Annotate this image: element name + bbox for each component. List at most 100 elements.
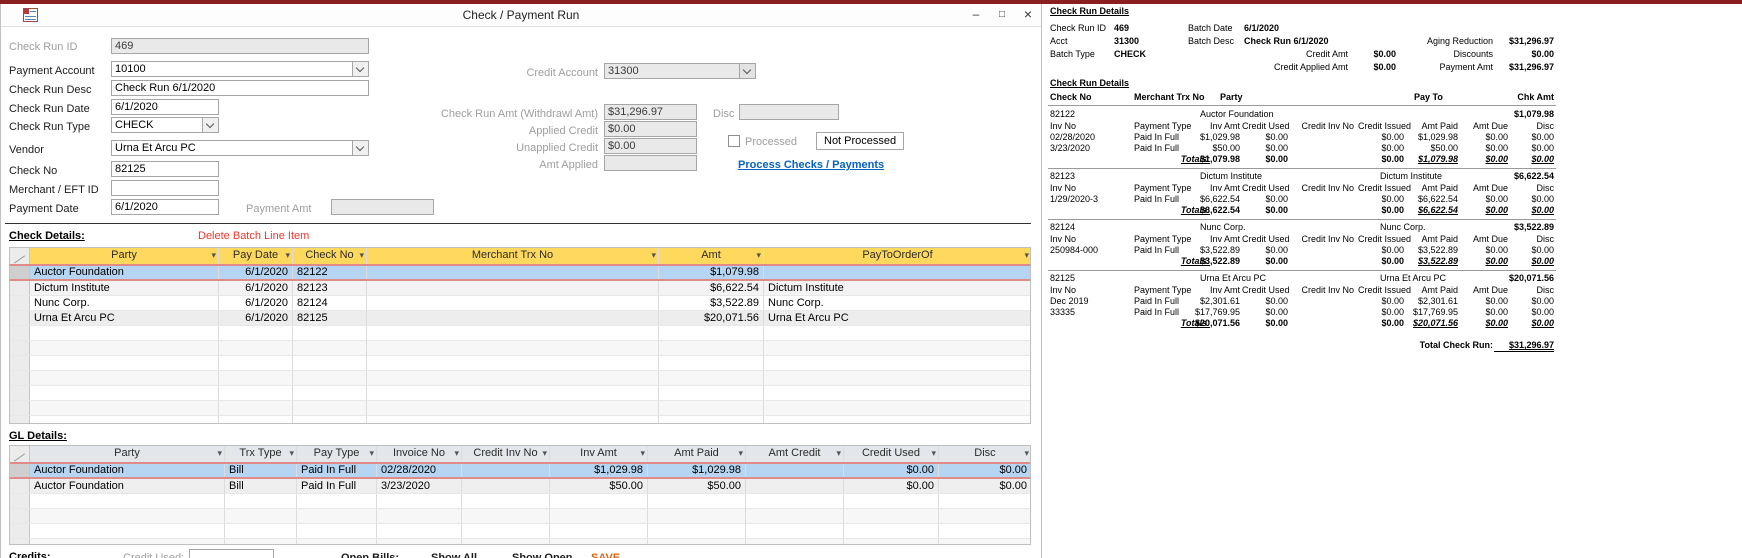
cell[interactable]: Nunc Corp. [764, 296, 1031, 310]
cell[interactable]: $1,029.98 [648, 464, 746, 477]
row-selector[interactable] [10, 479, 30, 493]
cell[interactable]: $0.00 [939, 464, 1031, 477]
cell[interactable]: $1,029.98 [550, 464, 648, 477]
cell[interactable]: 82123 [293, 281, 367, 295]
check-run-date-field[interactable]: 6/1/2020 [111, 99, 219, 115]
cell[interactable]: Auctor Foundation [30, 479, 225, 493]
column-header-pay-date[interactable]: Pay Date▾ [219, 248, 293, 264]
cell[interactable]: Bill [225, 479, 297, 493]
cell[interactable]: $6,622.54 [659, 281, 764, 295]
close-button[interactable]: × [1019, 6, 1037, 23]
vendor-combo[interactable]: Urna Et Arcu PC [111, 140, 369, 156]
table-row[interactable]: Auctor FoundationBillPaid In Full02/28/2… [10, 462, 1030, 479]
cell[interactable]: Auctor Foundation [30, 266, 219, 279]
column-header-merchant-trx-no[interactable]: Merchant Trx No▾ [367, 248, 659, 264]
row-selector[interactable] [10, 464, 30, 477]
cell[interactable]: $50.00 [550, 479, 648, 493]
cell[interactable] [462, 464, 550, 477]
check-run-type-combo[interactable]: CHECK [111, 117, 219, 133]
cell[interactable]: $0.00 [844, 464, 939, 477]
cell[interactable] [367, 281, 659, 295]
payment-date-field[interactable]: 6/1/2020 [111, 199, 219, 215]
save-button[interactable]: SAVE [591, 551, 620, 558]
chevron-down-icon[interactable] [202, 118, 218, 132]
cell[interactable]: Auctor Foundation [30, 464, 225, 477]
cell[interactable]: Paid In Full [297, 479, 377, 493]
column-header-amt[interactable]: Amt▾ [659, 248, 764, 264]
column-header-check-no[interactable]: Check No▾ [293, 248, 367, 264]
cell[interactable]: Bill [225, 464, 297, 477]
empty-row [10, 401, 1030, 416]
titlebar[interactable]: Check / Payment Run – □ × [1, 4, 1041, 27]
maximize-button[interactable]: □ [993, 6, 1011, 23]
processed-checkbox[interactable] [728, 135, 740, 147]
report-cell: Credit Issued [1358, 183, 1404, 194]
cell[interactable]: $0.00 [939, 479, 1031, 493]
cell[interactable]: $1,079.98 [659, 266, 764, 279]
column-header-disc[interactable]: Disc▾ [939, 446, 1031, 462]
cell[interactable] [746, 464, 844, 477]
row-selector[interactable] [10, 266, 30, 279]
column-header-paytoorderof[interactable]: PayToOrderOf▾ [764, 248, 1031, 264]
process-checks-payments-link[interactable]: Process Checks / Payments [738, 159, 884, 171]
table-row[interactable]: Urna Et Arcu PC6/1/202082125$20,071.56Ur… [10, 311, 1030, 326]
show-open-button[interactable]: Show Open [512, 551, 573, 558]
cell[interactable]: Urna Et Arcu PC [30, 311, 219, 325]
cell[interactable]: Dictum Institute [30, 281, 219, 295]
payment-account-combo[interactable]: 10100 [111, 61, 369, 77]
minimize-button[interactable]: – [967, 6, 985, 23]
cell[interactable]: Paid In Full [297, 464, 377, 477]
cell[interactable] [746, 479, 844, 493]
row-selector[interactable] [10, 296, 30, 310]
column-header-invoice-no[interactable]: Invoice No▾ [377, 446, 462, 462]
cell[interactable]: 6/1/2020 [219, 296, 293, 310]
column-header-pay-type[interactable]: Pay Type▾ [297, 446, 377, 462]
delete-batch-line-item-button[interactable]: Delete Batch Line Item [198, 230, 309, 242]
chevron-down-icon[interactable] [352, 141, 368, 155]
column-header-amt-credit[interactable]: Amt Credit▾ [746, 446, 844, 462]
cell[interactable] [462, 479, 550, 493]
show-all-button[interactable]: Show All [431, 551, 477, 558]
row-selector[interactable] [10, 311, 30, 325]
cell[interactable]: $0.00 [844, 479, 939, 493]
table-row[interactable]: Dictum Institute6/1/202082123$6,622.54Di… [10, 281, 1030, 296]
cell[interactable] [367, 311, 659, 325]
cell[interactable]: $20,071.56 [659, 311, 764, 325]
check-no-field[interactable]: 82125 [111, 161, 219, 177]
select-all-cell[interactable] [10, 248, 30, 264]
cell[interactable]: Dictum Institute [764, 281, 1031, 295]
column-header-inv-amt[interactable]: Inv Amt▾ [550, 446, 648, 462]
cell[interactable]: 6/1/2020 [219, 281, 293, 295]
table-row[interactable]: Auctor Foundation6/1/202082122 $1,079.98 [10, 264, 1030, 281]
cell[interactable]: $3,522.89 [659, 296, 764, 310]
empty-cell [377, 524, 462, 538]
cell[interactable]: 6/1/2020 [219, 311, 293, 325]
column-header-party[interactable]: Party▾ [30, 446, 225, 462]
cell[interactable]: Urna Et Arcu PC [764, 311, 1031, 325]
chevron-down-icon[interactable] [352, 62, 368, 76]
column-header-credit-inv-no[interactable]: Credit Inv No▾ [462, 446, 550, 462]
column-header-party[interactable]: Party▾ [30, 248, 219, 264]
cell[interactable]: 6/1/2020 [219, 266, 293, 279]
column-header-trx-type[interactable]: Trx Type▾ [225, 446, 297, 462]
cell[interactable]: 82125 [293, 311, 367, 325]
credit-used-field[interactable] [189, 549, 274, 558]
row-selector[interactable] [10, 281, 30, 295]
cell[interactable]: 82124 [293, 296, 367, 310]
column-header-credit-used[interactable]: Credit Used▾ [844, 446, 939, 462]
column-header-amt-paid[interactable]: Amt Paid▾ [648, 446, 746, 462]
merchant-eft-id-field[interactable] [111, 180, 219, 196]
table-row[interactable]: Auctor FoundationBillPaid In Full3/23/20… [10, 479, 1030, 494]
check-run-desc-field[interactable]: Check Run 6/1/2020 [111, 80, 369, 96]
cell[interactable]: Nunc Corp. [30, 296, 219, 310]
cell[interactable] [367, 296, 659, 310]
report-cell: Paid In Full [1134, 132, 1179, 143]
cell[interactable]: 02/28/2020 [377, 464, 462, 477]
table-row[interactable]: Nunc Corp.6/1/202082124$3,522.89Nunc Cor… [10, 296, 1030, 311]
cell[interactable] [367, 266, 659, 279]
select-all-cell[interactable] [10, 446, 30, 462]
cell[interactable]: 3/23/2020 [377, 479, 462, 493]
cell[interactable]: $50.00 [648, 479, 746, 493]
cell[interactable] [764, 266, 1031, 279]
cell[interactable]: 82122 [293, 266, 367, 279]
